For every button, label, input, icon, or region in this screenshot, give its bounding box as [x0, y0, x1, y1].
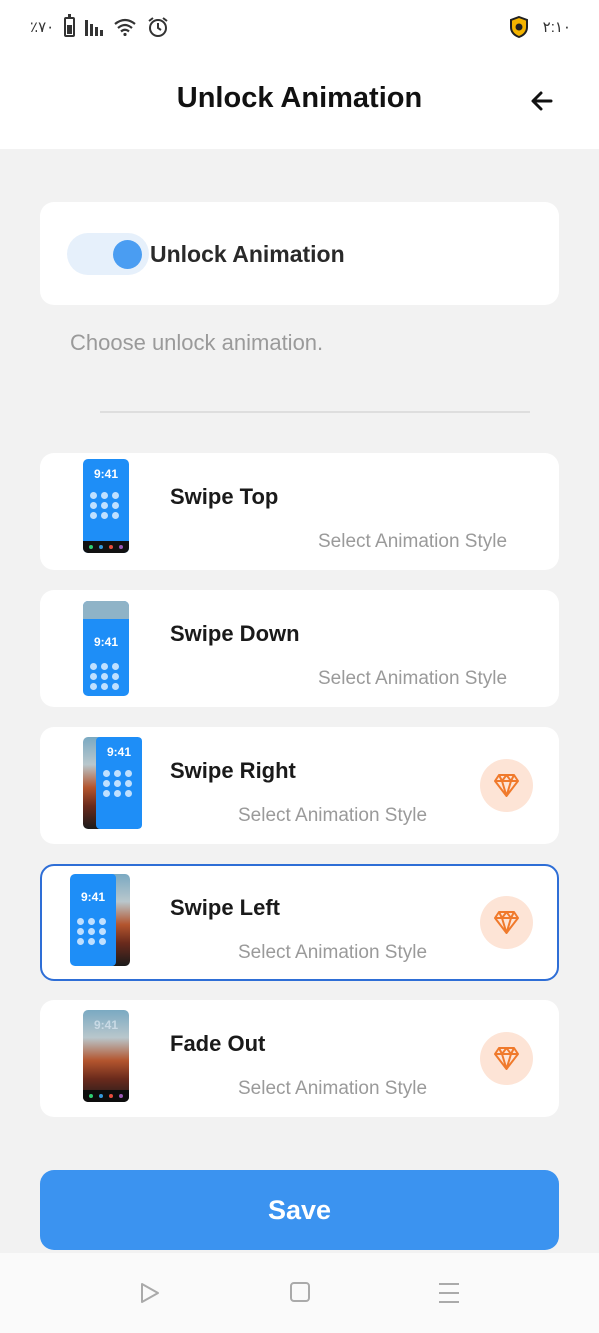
option-subtitle: Select Animation Style [318, 668, 508, 689]
option-swipe-down[interactable]: 9:41 Swipe Down Select Animation Style [40, 590, 559, 707]
divider [100, 411, 530, 413]
save-button[interactable]: Save [40, 1170, 559, 1250]
preview-thumbnail: 9:41 [70, 874, 130, 966]
diamond-icon [494, 1047, 519, 1070]
preview-time: 9:41 [106, 745, 132, 759]
status-bar: ٪٧٠ ٢:١٠ [0, 0, 599, 56]
premium-badge[interactable] [480, 1032, 533, 1085]
page-title: Unlock Animation [176, 82, 423, 114]
option-swipe-top[interactable]: 9:41 Swipe Top Select Animation Style [40, 453, 559, 570]
app-grid-icon [77, 918, 106, 945]
option-subtitle: Select Animation Style [238, 805, 428, 826]
option-swipe-left[interactable]: 9:41 Swipe Left Select Animation Style [40, 864, 559, 981]
diamond-icon [494, 774, 519, 797]
toggle-label: Unlock Animation [150, 241, 345, 267]
option-name: Swipe Left [170, 895, 281, 920]
home-square-icon[interactable] [289, 1281, 311, 1303]
dock [83, 541, 129, 553]
back-triangle-icon[interactable] [139, 1281, 161, 1305]
arrow-left-icon[interactable] [527, 86, 557, 116]
app-grid-icon [90, 492, 119, 519]
battery-percent: ٪٧٠ [30, 19, 55, 36]
option-name: Swipe Right [170, 758, 296, 783]
option-name: Fade Out [170, 1031, 266, 1056]
preview-wallpaper-strip [83, 601, 129, 619]
battery-icon [64, 14, 76, 37]
status-left: ٪٧٠ [30, 14, 169, 38]
option-swipe-right[interactable]: 9:41 Swipe Right Select Animation Style [40, 727, 559, 844]
shield-icon [509, 16, 528, 38]
preview-time: 9:41 [93, 467, 119, 481]
option-name: Swipe Top [170, 484, 279, 509]
system-nav-bar [0, 1253, 599, 1333]
status-time: ٢:١٠ [542, 19, 571, 36]
preview-time: 9:41 [80, 890, 106, 904]
dock [83, 1090, 129, 1102]
preview-screen: 9:41 [70, 874, 116, 966]
preview-thumbnail: 9:41 [83, 737, 143, 829]
unlock-animation-switch[interactable] [67, 233, 149, 275]
premium-badge[interactable] [480, 759, 533, 812]
signal-icon [85, 18, 104, 36]
option-fade-out[interactable]: 9:41 Fade Out Select Animation Style [40, 1000, 559, 1117]
status-right: ٢:١٠ [509, 16, 571, 38]
preview-thumbnail: 9:41 [83, 1010, 129, 1102]
option-subtitle: Select Animation Style [318, 531, 508, 552]
preview-time: 9:41 [93, 1018, 119, 1032]
unlock-animation-toggle-card: Unlock Animation [40, 202, 559, 305]
option-subtitle: Select Animation Style [238, 942, 428, 963]
premium-badge[interactable] [480, 896, 533, 949]
option-subtitle: Select Animation Style [238, 1078, 428, 1099]
preview-thumbnail: 9:41 [83, 459, 129, 553]
option-name: Swipe Down [170, 621, 300, 646]
app-grid-icon [90, 663, 119, 690]
preview-screen: 9:41 [96, 737, 142, 829]
hint-text: Choose unlock animation. [70, 330, 324, 355]
app-header: Unlock Animation [0, 56, 599, 149]
app-grid-icon [103, 770, 132, 797]
preview-thumbnail: 9:41 [83, 601, 129, 696]
alarm-icon [148, 17, 168, 37]
preview-time: 9:41 [93, 635, 119, 649]
menu-lines-icon[interactable] [438, 1281, 460, 1305]
wifi-icon [114, 18, 136, 36]
diamond-icon [494, 911, 519, 934]
switch-knob [113, 240, 142, 269]
